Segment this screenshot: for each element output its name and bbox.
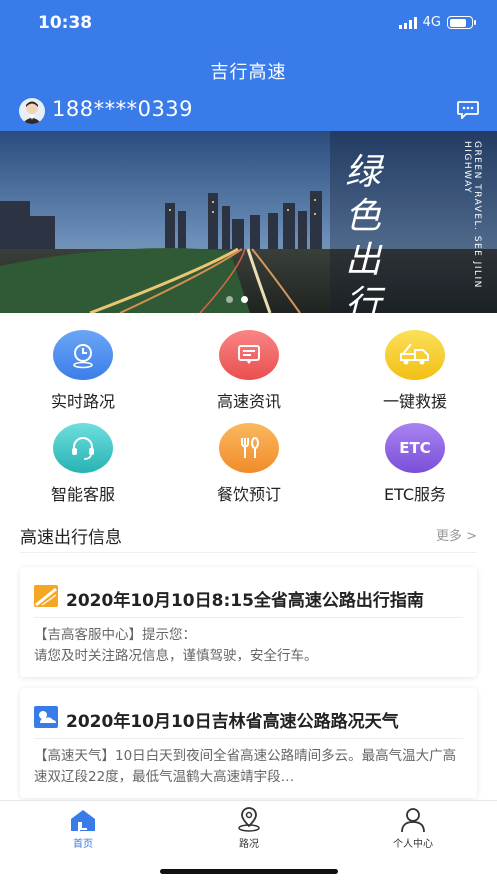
tab-label: 首页 <box>73 839 93 850</box>
news-card[interactable]: 2020年10月10日8:15全省高速公路出行指南 【吉高客服中心】提示您： 请… <box>20 567 477 677</box>
service-label: 餐饮预订 <box>216 485 281 504</box>
service-rescue[interactable]: 一键救援 <box>355 330 475 412</box>
service-label: 一键救援 <box>382 392 447 411</box>
service-customer-service[interactable]: 智能客服 <box>23 423 143 505</box>
tab-home[interactable]: 首页 <box>38 807 128 850</box>
etc-icon-text: ETC <box>399 439 431 457</box>
service-etc[interactable]: ETC ETC服务 <box>355 423 475 505</box>
network-type: 4G <box>422 15 441 30</box>
news-body: 【高速天气】10日白天到夜间全省高速公路晴间多云。最高气温大广高速双辽段22度，… <box>34 748 457 785</box>
weather-icon <box>34 706 58 732</box>
home-icon <box>67 807 99 833</box>
user-phone: 188****0339 <box>52 97 194 121</box>
cutlery-icon <box>219 423 279 473</box>
service-label: 智能客服 <box>50 485 115 504</box>
service-label: ETC服务 <box>383 485 447 504</box>
service-dining[interactable]: 餐饮预订 <box>189 423 309 505</box>
divider <box>34 738 463 739</box>
person-icon <box>397 807 429 833</box>
tab-traffic[interactable]: 路况 <box>204 807 294 850</box>
news-body: 【吉高客服中心】提示您： 请您及时关注路况信息，谨慎驾驶，安全行车。 <box>34 627 318 664</box>
status-bar: 10:38 4G <box>0 10 497 38</box>
carousel-dots <box>226 296 248 303</box>
battery-icon <box>447 16 476 29</box>
message-icon[interactable] <box>457 101 479 121</box>
tab-label: 路况 <box>239 839 259 850</box>
divider <box>34 617 463 618</box>
headset-icon <box>53 423 113 473</box>
app-header: 10:38 4G 吉行高速 188****0339 <box>0 0 497 131</box>
section-header: 高速出行信息 更多 > <box>20 521 477 553</box>
avatar[interactable] <box>19 98 45 124</box>
etc-icon: ETC <box>385 423 445 473</box>
bottom-tab-bar: 首页 路况 个人中心 <box>0 800 497 883</box>
banner-side-text: GREEN TRAVEL. SEE JILIN HIGHWAY <box>462 141 482 289</box>
map-pin-icon <box>233 807 265 833</box>
home-indicator <box>160 869 338 874</box>
service-highway-news[interactable]: 高速资讯 <box>189 330 309 412</box>
news-card[interactable]: 2020年10月10日吉林省高速公路路况天气 【高速天气】10日白天到夜间全省高… <box>20 688 477 798</box>
tab-label: 个人中心 <box>393 839 433 850</box>
section-title: 高速出行信息 <box>20 528 122 548</box>
carousel-dot[interactable] <box>226 296 233 303</box>
carousel-dot-active[interactable] <box>241 296 248 303</box>
tab-profile[interactable]: 个人中心 <box>368 807 458 850</box>
status-indicators: 4G <box>398 15 476 30</box>
banner-slogan: 绿色出行 <box>345 152 382 313</box>
more-link[interactable]: 更多 > <box>436 525 477 544</box>
service-live-traffic[interactable]: 实时路况 <box>23 330 143 412</box>
news-title: 2020年10月10日吉林省高速公路路况天气 <box>66 711 399 732</box>
signal-icon <box>398 16 417 29</box>
service-label: 实时路况 <box>50 392 115 411</box>
service-label: 高速资讯 <box>216 392 281 411</box>
news-title: 2020年10月10日8:15全省高速公路出行指南 <box>66 590 424 611</box>
news-card-header: 2020年10月10日吉林省高速公路路况天气 <box>34 706 399 732</box>
news-card-header: 2020年10月10日8:15全省高速公路出行指南 <box>34 585 424 611</box>
page-title: 吉行高速 <box>210 62 287 83</box>
status-time: 10:38 <box>38 13 93 33</box>
tow-truck-icon <box>385 330 445 380</box>
road-icon <box>34 585 58 611</box>
news-screen-icon <box>219 330 279 380</box>
user-info-row: 188****0339 <box>0 96 497 126</box>
promo-banner[interactable]: 绿色出行 GREEN TRAVEL. SEE JILIN HIGHWAY <box>0 131 497 313</box>
clock-pin-icon <box>53 330 113 380</box>
